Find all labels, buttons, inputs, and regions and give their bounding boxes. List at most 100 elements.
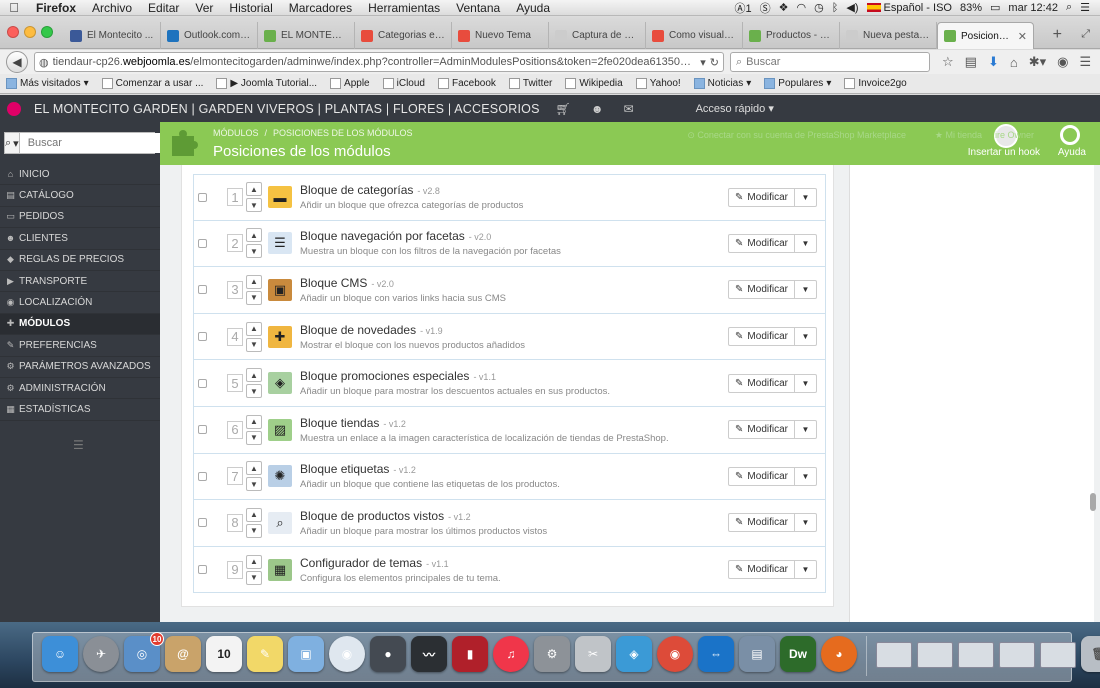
close-window-button[interactable] (7, 26, 19, 38)
dock-safari-icon[interactable]: ◉ (329, 636, 365, 672)
reading-list-icon[interactable]: ▤ (965, 54, 977, 70)
sidebar-item-localizacion[interactable]: ◉ LOCALIZACIÓN (0, 292, 160, 314)
bookmark-mas-visitados[interactable]: Más visitados ▾ (6, 78, 89, 89)
tab-2[interactable]: Outlook.com ... (161, 22, 258, 49)
menu-app-name[interactable]: Firefox (28, 1, 84, 15)
menu-ver[interactable]: Ver (187, 1, 221, 15)
actions-dropdown-button[interactable]: ▼ (795, 466, 817, 486)
tab-3[interactable]: EL MONTECIT... (258, 22, 355, 49)
dock-calendar-icon[interactable]: 10 (206, 636, 242, 672)
shop-name[interactable]: EL MONTECITO GARDEN | GARDEN VIVEROS | P… (34, 102, 540, 116)
bookmark-joomla-tutorial[interactable]: ▶ Joomla Tutorial... (216, 78, 317, 89)
move-up-button[interactable]: ▲ (246, 274, 262, 289)
actions-dropdown-button[interactable]: ▼ (795, 233, 817, 253)
close-tab-icon[interactable]: ✕ (1018, 30, 1027, 43)
dock-settings-icon[interactable]: ⚙ (534, 636, 570, 672)
move-down-button[interactable]: ▼ (246, 384, 262, 399)
dock-notes-icon[interactable]: ✎ (247, 636, 283, 672)
cart-icon[interactable]: 🛒︎ (556, 102, 571, 116)
bookmark-noticias[interactable]: Noticias ▾ (693, 78, 751, 89)
minimized-window-thumbnail[interactable] (917, 642, 953, 668)
move-down-button[interactable]: ▼ (246, 523, 262, 538)
module-checkbox[interactable] (198, 332, 207, 342)
tab-6[interactable]: Captura de Pantall... (549, 22, 646, 49)
page-scrollbar[interactable] (1090, 493, 1096, 511)
move-up-button[interactable]: ▲ (246, 228, 262, 243)
new-tab-button[interactable]: + (1053, 26, 1062, 44)
modify-button[interactable]: ✎ Modificar (728, 513, 795, 533)
dock-chrome-icon[interactable]: ◉ (657, 636, 693, 672)
back-button[interactable]: ◀ (6, 51, 28, 73)
time-machine-icon[interactable]: ◷ (814, 1, 824, 14)
search-scope-dropdown[interactable]: ⌕ ▾ (5, 133, 20, 153)
apple-icon[interactable]:  (0, 0, 28, 15)
volume-icon[interactable]: ◀) (846, 1, 858, 14)
bookmark-populares[interactable]: Populares ▾ (764, 78, 831, 89)
dock-network-icon[interactable]: ◈ (616, 636, 652, 672)
bookmark-invoice2go[interactable]: Invoice2go (844, 78, 907, 89)
modify-button[interactable]: ✎ Modificar (728, 280, 795, 300)
sidebar-item-modulos[interactable]: ✚ MÓDULOS (0, 313, 160, 336)
move-down-button[interactable]: ▼ (246, 337, 262, 352)
menu-marcadores[interactable]: Marcadores (281, 1, 360, 15)
dropbox-icon[interactable]: ❖ (779, 1, 789, 14)
marketplace-connect-link[interactable]: ⊙ Conectar con su cuenta de PrestaShop M… (687, 130, 906, 141)
menu-ayuda[interactable]: Ayuda (508, 1, 558, 15)
module-checkbox[interactable] (198, 192, 207, 202)
actions-dropdown-button[interactable]: ▼ (795, 513, 817, 533)
minimized-window-thumbnail[interactable] (999, 642, 1035, 668)
dock-trash-icon[interactable]: 🗑︎ (1081, 636, 1100, 672)
bookmark-comenzar-a-usar[interactable]: Comenzar a usar ... (101, 78, 203, 89)
sidebar-item-transporte[interactable]: ▶ TRANSPORTE (0, 271, 160, 293)
bookmark-apple[interactable]: Apple (330, 78, 370, 89)
actions-dropdown-button[interactable]: ▼ (795, 373, 817, 393)
module-checkbox[interactable] (198, 471, 207, 481)
move-down-button[interactable]: ▼ (246, 290, 262, 305)
bookmark-icloud[interactable]: iCloud (382, 78, 425, 89)
battery-percent[interactable]: 83% (960, 2, 982, 14)
skype-icon[interactable]: Ⓢ (760, 0, 771, 16)
chat-icon[interactable]: ◉ (1057, 54, 1068, 70)
bookmark-facebook[interactable]: Facebook (437, 78, 496, 89)
modify-button[interactable]: ✎ Modificar (728, 187, 795, 207)
user-icon[interactable]: ☻ (591, 102, 604, 116)
menu-historial[interactable]: Historial (221, 1, 280, 15)
move-down-button[interactable]: ▼ (246, 477, 262, 492)
bookmark-twitter[interactable]: Twitter (508, 78, 552, 89)
insert-hook-button[interactable]: Insertar un hook (968, 147, 1040, 158)
tab-7[interactable]: Como visualiz... (646, 22, 743, 49)
input-source[interactable]: Español - ISO (866, 2, 952, 14)
modify-button[interactable]: ✎ Modificar (728, 327, 795, 347)
tab-5[interactable]: Nuevo Tema (452, 22, 549, 49)
search-bar[interactable]: ⌕ Buscar (730, 52, 930, 72)
sidebar-item-pedidos[interactable]: ▭ PEDIDOS (0, 207, 160, 229)
menu-ventana[interactable]: Ventana (448, 1, 508, 15)
actions-dropdown-button[interactable]: ▼ (795, 327, 817, 347)
extension-icon[interactable]: ✱▾ (1029, 54, 1046, 70)
menu-hamburger-icon[interactable]: ☰ (1079, 54, 1091, 70)
menu-herramientas[interactable]: Herramientas (360, 1, 448, 15)
help-button[interactable]: Ayuda (1058, 147, 1086, 158)
url-bar[interactable]: ◍ tiendaur-cp26.webjoomla.es/elmontecito… (34, 52, 724, 72)
menu-editar[interactable]: Editar (140, 1, 187, 15)
move-down-button[interactable]: ▼ (246, 430, 262, 445)
sidebar-item-administracion[interactable]: ⚙ ADMINISTRACIÓN (0, 378, 160, 400)
mail-icon[interactable]: ✉ (624, 102, 634, 116)
module-checkbox[interactable] (198, 285, 207, 295)
dock-finder-icon[interactable]: ☺ (42, 636, 78, 672)
reload-icon[interactable]: ↻ (710, 56, 719, 69)
breadcrumb-positions[interactable]: POSICIONES DE LOS MÓDULOS (273, 128, 413, 138)
dock-teamviewer-icon[interactable]: ⇔ (698, 636, 734, 672)
move-up-button[interactable]: ▲ (246, 414, 262, 429)
fullscreen-icon[interactable]: ⤢ (1081, 28, 1090, 41)
modify-button[interactable]: ✎ Modificar (728, 466, 795, 486)
wifi-icon[interactable]: ◠ (797, 1, 807, 14)
dock-scissors-icon[interactable]: ✂ (575, 636, 611, 672)
dock-music-icon[interactable]: ♫ (493, 636, 529, 672)
actions-dropdown-button[interactable]: ▼ (795, 420, 817, 440)
modify-button[interactable]: ✎ Modificar (728, 420, 795, 440)
move-down-button[interactable]: ▼ (246, 570, 262, 585)
move-up-button[interactable]: ▲ (246, 507, 262, 522)
sidebar-item-parametros-avanzados[interactable]: ⚙ PARÁMETROS AVANZADOS (0, 357, 160, 378)
dock-photo-icon[interactable]: ◎ 10 (124, 632, 164, 672)
